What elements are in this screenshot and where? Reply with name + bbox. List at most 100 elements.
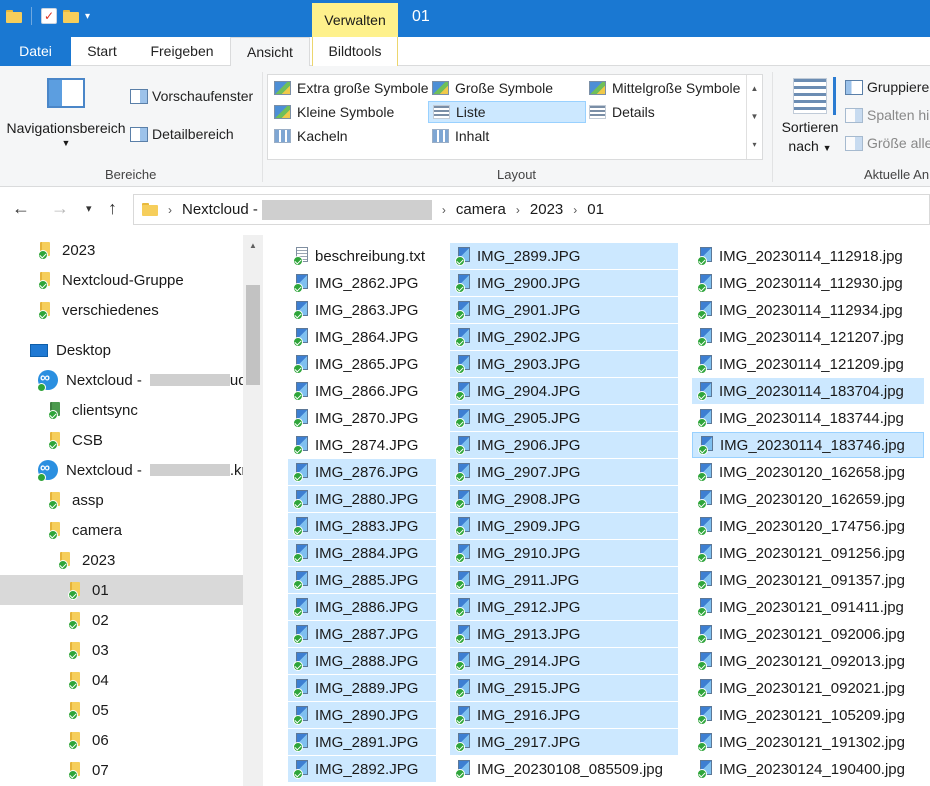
file-item-selected[interactable]: IMG_2884.JPG [288, 540, 436, 566]
layout-medium-icons[interactable]: Mittelgroße Symbole [585, 77, 744, 99]
file-item[interactable]: IMG_2864.JPG [288, 324, 436, 350]
tree-item-camera-2023[interactable]: 2023 [58, 545, 115, 575]
file-item[interactable]: IMG_20230121_191302.jpg [692, 729, 924, 755]
tree-item-06[interactable]: 06 [68, 725, 109, 755]
tab-start[interactable]: Start [71, 37, 133, 66]
file-item[interactable]: IMG_2865.JPG [288, 351, 436, 377]
file-item-selected[interactable]: IMG_2888.JPG [288, 648, 436, 674]
scroll-up-icon[interactable]: ▲ [747, 75, 762, 103]
context-tab-manage[interactable]: Verwalten [312, 3, 398, 37]
file-item[interactable]: IMG_20230124_190400.jpg [692, 756, 924, 782]
file-item-selected[interactable]: IMG_2905.JPG [450, 405, 678, 431]
breadcrumb-01[interactable]: 01 [587, 201, 604, 218]
tree-item-01[interactable]: 01 [0, 575, 243, 605]
file-item[interactable]: IMG_2862.JPG [288, 270, 436, 296]
file-item-selected[interactable]: IMG_2899.JPG [450, 243, 678, 269]
file-item-selected[interactable]: IMG_2910.JPG [450, 540, 678, 566]
tree-item-nextcloud-1[interactable]: Nextcloud - ud [37, 365, 243, 395]
file-item[interactable]: IMG_2863.JPG [288, 297, 436, 323]
file-item-selected[interactable]: IMG_2887.JPG [288, 621, 436, 647]
layout-tiles[interactable]: Kacheln [270, 125, 352, 147]
layout-small-icons[interactable]: Kleine Symbole [270, 101, 398, 123]
file-item-selected[interactable]: IMG_2917.JPG [450, 729, 678, 755]
breadcrumb-camera[interactable]: camera [456, 201, 506, 218]
details-pane-button[interactable]: Detailbereich [130, 126, 234, 142]
size-all-columns-button[interactable]: Größe aller [845, 135, 930, 151]
group-by-button[interactable]: Gruppieren [845, 79, 930, 95]
file-item-selected[interactable]: IMG_2892.JPG [288, 756, 436, 782]
new-folder-icon[interactable] [63, 9, 79, 23]
file-item[interactable]: IMG_20230121_091357.jpg [692, 567, 924, 593]
navigation-pane-button[interactable]: Navigationsbereich ▼ [6, 78, 126, 148]
scroll-down-icon[interactable]: ▼ [747, 103, 762, 131]
file-item-selected[interactable]: IMG_20230114_183704.jpg [692, 378, 924, 404]
add-columns-button[interactable]: Spalten hin [845, 107, 930, 123]
file-item-selected[interactable]: IMG_2903.JPG [450, 351, 678, 377]
tree-item-03[interactable]: 03 [68, 635, 109, 665]
expand-gallery-icon[interactable]: ▾ [747, 131, 762, 159]
preview-pane-button[interactable]: Vorschaufenster [130, 88, 253, 104]
file-item-selected[interactable]: IMG_2908.JPG [450, 486, 678, 512]
file-item-selected[interactable]: IMG_2889.JPG [288, 675, 436, 701]
file-item-selected[interactable]: IMG_2902.JPG [450, 324, 678, 350]
file-item[interactable]: IMG_20230114_183744.jpg [692, 405, 924, 431]
tree-scrollbar[interactable]: ▲ [243, 235, 263, 786]
layout-gallery-scroll[interactable]: ▲ ▼ ▾ [746, 75, 762, 159]
breadcrumb-separator-icon[interactable]: › [168, 203, 172, 217]
file-item-selected[interactable]: IMG_2900.JPG [450, 270, 678, 296]
file-item[interactable]: IMG_20230114_121209.jpg [692, 351, 924, 377]
scrollbar-thumb[interactable] [246, 285, 260, 385]
file-item-selected[interactable]: IMG_2906.JPG [450, 432, 678, 458]
tree-item-2023[interactable]: 2023 [38, 235, 95, 265]
back-arrow-icon[interactable]: ← [12, 198, 30, 219]
layout-details[interactable]: Details [585, 101, 659, 123]
tree-item-csb[interactable]: CSB [48, 425, 103, 455]
breadcrumb-root[interactable]: Nextcloud - [182, 201, 258, 218]
file-item-selected[interactable]: IMG_2912.JPG [450, 594, 678, 620]
file-item-selected[interactable]: IMG_2914.JPG [450, 648, 678, 674]
tree-item-nextcloud-2[interactable]: Nextcloud - .kr [37, 455, 243, 485]
tab-share[interactable]: Freigeben [140, 37, 224, 66]
file-item[interactable]: IMG_20230120_162658.jpg [692, 459, 924, 485]
file-item-selected[interactable]: IMG_2913.JPG [450, 621, 678, 647]
file-item-selected[interactable]: IMG_2911.JPG [450, 567, 678, 593]
layout-content[interactable]: Inhalt [428, 125, 493, 147]
file-item[interactable]: IMG_20230114_121207.jpg [692, 324, 924, 350]
address-bar[interactable]: › Nextcloud - › camera › 2023 › 01 [133, 194, 930, 225]
file-item[interactable]: IMG_20230114_112918.jpg [692, 243, 924, 269]
sort-by-button[interactable]: Sortieren nach ▼ [778, 77, 842, 158]
file-item-selected[interactable]: IMG_2890.JPG [288, 702, 436, 728]
file-item[interactable]: IMG_2874.JPG [288, 432, 436, 458]
properties-icon[interactable]: ✓ [41, 8, 57, 24]
tab-file[interactable]: Datei [0, 37, 71, 66]
forward-arrow-icon[interactable]: → [51, 198, 69, 219]
file-item[interactable]: IMG_20230120_162659.jpg [692, 486, 924, 512]
file-item[interactable]: IMG_20230108_085509.jpg [450, 756, 678, 782]
tree-item-camera[interactable]: camera [48, 515, 122, 545]
tree-item-assp[interactable]: assp [48, 485, 104, 515]
tree-item-clientsync[interactable]: clientsync [48, 395, 138, 425]
file-item-selected[interactable]: IMG_2876.JPG [288, 459, 436, 485]
tab-view[interactable]: Ansicht [230, 37, 310, 67]
file-item[interactable]: IMG_20230120_174756.jpg [692, 513, 924, 539]
up-arrow-icon[interactable]: ↑ [108, 198, 117, 219]
tab-picture-tools[interactable]: Bildtools [312, 37, 398, 66]
tree-item-05[interactable]: 05 [68, 695, 109, 725]
file-item[interactable]: beschreibung.txt [288, 243, 436, 269]
tree-item-04[interactable]: 04 [68, 665, 109, 695]
file-item-selected[interactable]: IMG_2880.JPG [288, 486, 436, 512]
file-item-selected[interactable]: IMG_2891.JPG [288, 729, 436, 755]
tree-item-desktop[interactable]: Desktop [30, 335, 111, 365]
file-item-selected[interactable]: IMG_2886.JPG [288, 594, 436, 620]
layout-large-icons[interactable]: Große Symbole [428, 77, 557, 99]
breadcrumb-separator-icon[interactable]: › [573, 203, 577, 217]
file-item[interactable]: IMG_20230114_112934.jpg [692, 297, 924, 323]
file-item[interactable]: IMG_20230121_092013.jpg [692, 648, 924, 674]
file-item[interactable]: IMG_2866.JPG [288, 378, 436, 404]
file-item-selected[interactable]: IMG_2916.JPG [450, 702, 678, 728]
breadcrumb-2023[interactable]: 2023 [530, 201, 563, 218]
file-item[interactable]: IMG_20230121_105209.jpg [692, 702, 924, 728]
file-item-selected[interactable]: IMG_2885.JPG [288, 567, 436, 593]
tree-item-verschiedenes[interactable]: verschiedenes [38, 295, 159, 325]
file-item[interactable]: IMG_20230121_092006.jpg [692, 621, 924, 647]
